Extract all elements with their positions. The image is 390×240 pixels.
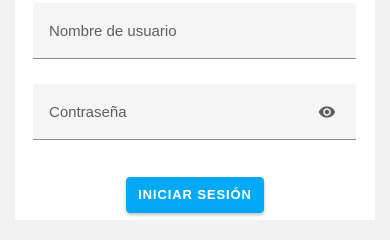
login-card: Nombre de usuario Contraseña INICIAR SES…: [15, 0, 375, 220]
login-button[interactable]: INICIAR SESIÓN: [126, 177, 264, 213]
username-field[interactable]: Nombre de usuario: [33, 3, 356, 59]
password-placeholder: Contraseña: [49, 104, 127, 121]
password-field[interactable]: Contraseña: [33, 84, 356, 140]
eye-icon[interactable]: [317, 103, 337, 121]
username-placeholder: Nombre de usuario: [49, 23, 177, 40]
